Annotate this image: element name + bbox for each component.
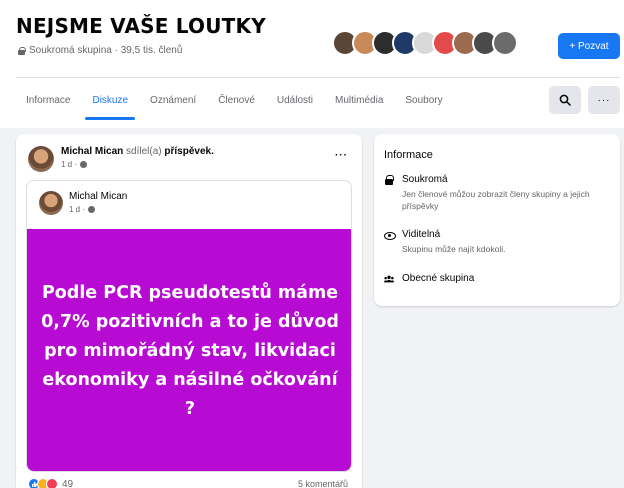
tab-5[interactable]: Multimédia xyxy=(324,78,394,122)
tab-4[interactable]: Události xyxy=(266,78,324,122)
post-header: Michal Mican sdílel(a) příspěvek. xyxy=(61,146,214,157)
shared-time-text[interactable]: 1 d · xyxy=(69,205,85,214)
shared-author[interactable]: Michal Mican xyxy=(69,191,127,202)
globe-icon xyxy=(88,206,96,213)
post-time: 1 d · xyxy=(61,160,88,169)
more-options-button[interactable]: ··· xyxy=(588,86,620,114)
search-button[interactable] xyxy=(549,86,581,114)
more-options-label: ··· xyxy=(597,94,611,106)
tab-1[interactable]: Diskuze xyxy=(81,78,139,122)
lock-icon xyxy=(384,175,394,185)
group-icon xyxy=(384,275,394,283)
post-time-text[interactable]: 1 d · xyxy=(61,160,77,169)
visible-label: Viditelná xyxy=(402,229,441,240)
reaction-count: 49 xyxy=(62,478,74,488)
private-label: Soukromá xyxy=(402,174,448,185)
post-object-link[interactable]: příspěvek. xyxy=(164,146,213,157)
shared-post[interactable]: Michal Mican 1 d · Podle PCR pseudotestů… xyxy=(26,180,352,472)
post-card: Michal Mican sdílel(a) příspěvek. 1 d · … xyxy=(16,134,362,488)
post-action: sdílel(a) xyxy=(123,146,165,157)
author-avatar[interactable] xyxy=(28,146,54,172)
private-description: Jen členové můžou zobrazit členy skupiny… xyxy=(402,189,590,211)
eye-icon xyxy=(384,230,396,240)
shared-author-avatar[interactable] xyxy=(39,191,63,215)
tab-2[interactable]: Oznámení xyxy=(139,78,207,122)
tab-3[interactable]: Členové xyxy=(207,78,266,122)
shared-time: 1 d · xyxy=(69,205,96,214)
invite-button-label: + Pozvat xyxy=(569,40,609,52)
info-title: Informace xyxy=(384,149,433,161)
group-title: NEJSME VAŠE LOUTKY xyxy=(16,14,266,38)
member-avatar[interactable] xyxy=(492,30,518,56)
tab-6[interactable]: Soubory xyxy=(394,78,453,122)
group-header: NEJSME VAŠE LOUTKY Soukromá skupina · 39… xyxy=(0,0,624,128)
visible-description: Skupinu může najít kdokoli. xyxy=(402,244,506,254)
reactions-summary[interactable]: 49 xyxy=(28,478,73,488)
post-author[interactable]: Michal Mican xyxy=(61,146,123,157)
tab-0[interactable]: Informace xyxy=(16,78,81,122)
group-tabs: Informace Diskuze Oznámení Členové Události M… xyxy=(16,78,454,122)
group-meta-text: Soukromá skupina · 39,5 tis. členů xyxy=(29,45,183,56)
post-menu-button[interactable]: ··· xyxy=(335,150,348,161)
search-icon xyxy=(559,94,571,106)
group-type-label: Obecné skupina xyxy=(402,273,475,284)
post-text-background: Podle PCR pseudotestů máme 0,7% pozitivn… xyxy=(27,229,351,471)
group-meta: Soukromá skupina · 39,5 tis. členů xyxy=(18,45,182,56)
globe-icon xyxy=(80,161,88,168)
comments-count[interactable]: 5 komentářů xyxy=(298,479,348,488)
post-text: Podle PCR pseudotestů máme 0,7% pozitivn… xyxy=(41,282,339,419)
lock-icon xyxy=(18,46,26,55)
group-info-card: Informace Soukromá Jen členové můžou zob… xyxy=(374,134,620,306)
invite-button[interactable]: + Pozvat xyxy=(558,33,620,59)
member-avatars[interactable] xyxy=(332,30,518,58)
love-reaction-icon xyxy=(46,478,58,488)
